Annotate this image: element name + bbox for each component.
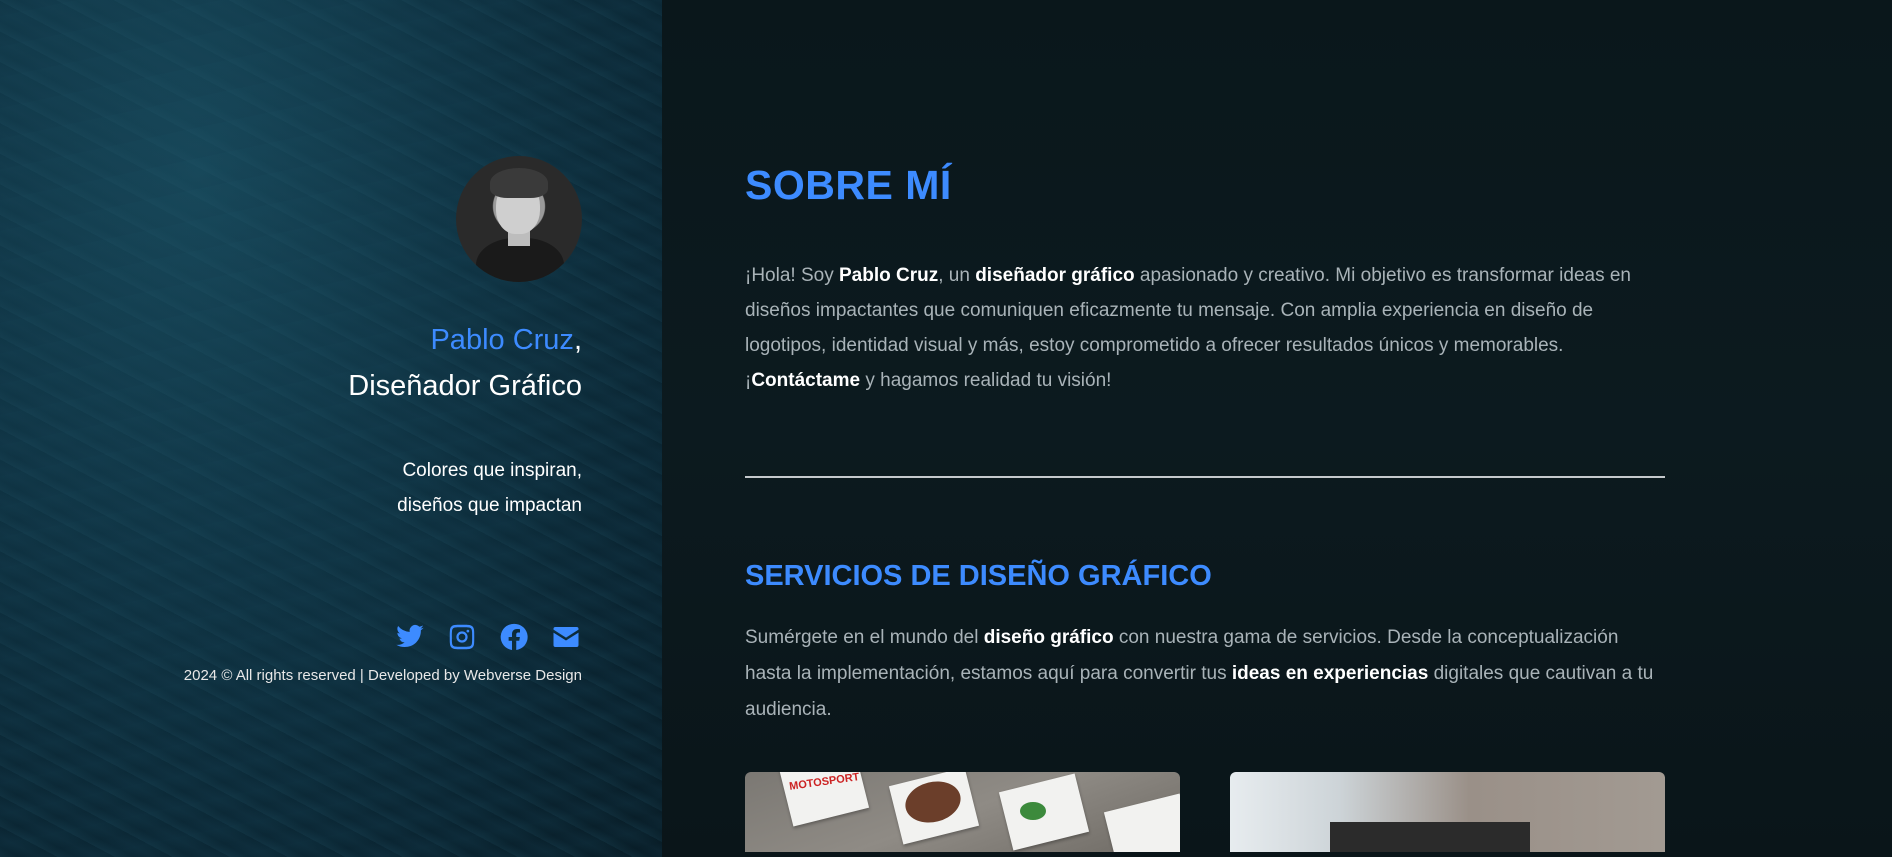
profile-role: Diseñador Gráfico	[348, 370, 582, 402]
services-bold-1: diseño gráfico	[983, 627, 1114, 648]
facebook-icon[interactable]	[498, 621, 530, 653]
about-contact-link[interactable]: Contáctame	[751, 370, 860, 391]
about-text-4: y hagamos realidad tu visión!	[860, 370, 1112, 391]
twitter-icon[interactable]	[394, 621, 426, 653]
avatar-hair	[490, 168, 548, 198]
services-bold-2: ideas en experiencias	[1231, 663, 1429, 684]
about-title: SOBRE MÍ	[745, 162, 952, 208]
services-text-1: Sumérgete en el mundo del	[745, 627, 984, 648]
profile-name: Pablo Cruz	[430, 324, 574, 356]
profile-name-suffix: ,	[573, 324, 582, 356]
about-bold-name: Pablo Cruz	[838, 265, 939, 286]
logo-card-tile	[1103, 793, 1180, 852]
instagram-icon[interactable]	[446, 621, 478, 653]
service-cards: MOTOSPORT	[745, 772, 1665, 852]
about-text-1: ¡Hola! Soy	[745, 265, 839, 286]
logo-leaf-emblem	[1020, 802, 1046, 820]
sidebar-profile-panel: Pablo Cruz, Diseñador Gráfico Colores qu…	[0, 0, 662, 857]
service-card-logos[interactable]: MOTOSPORT	[745, 772, 1180, 852]
services-title: SERVICIOS DE DISEÑO GRÁFICO	[745, 560, 1212, 592]
main-content-panel: SOBRE MÍ ¡Hola! Soy Pablo Cruz, un diseñ…	[662, 0, 1892, 857]
envelope-icon[interactable]	[550, 621, 582, 653]
branding-object	[1330, 822, 1530, 852]
services-paragraph: Sumérgete en el mundo del diseño gráfico…	[745, 620, 1665, 728]
profile-tagline: Colores que inspiran, diseños que impact…	[142, 453, 582, 523]
content-column: SOBRE MÍ ¡Hola! Soy Pablo Cruz, un diseñ…	[745, 150, 1665, 852]
avatar	[456, 156, 582, 282]
profile-block: Pablo Cruz, Diseñador Gráfico Colores qu…	[142, 156, 582, 684]
tagline-line-2: diseños que impactan	[397, 495, 582, 516]
social-links	[142, 621, 582, 653]
profile-name-line: Pablo Cruz,	[142, 317, 582, 363]
about-paragraph: ¡Hola! Soy Pablo Cruz, un diseñador gráf…	[745, 258, 1665, 398]
footer-copyright: 2024 © All rights reserved | Developed b…	[183, 667, 582, 684]
about-text-2: , un	[938, 265, 976, 286]
section-divider	[745, 476, 1665, 478]
about-bold-role: diseñador gráfico	[975, 265, 1135, 286]
tagline-line-1: Colores que inspiran,	[402, 460, 582, 481]
service-card-branding[interactable]	[1230, 772, 1665, 852]
